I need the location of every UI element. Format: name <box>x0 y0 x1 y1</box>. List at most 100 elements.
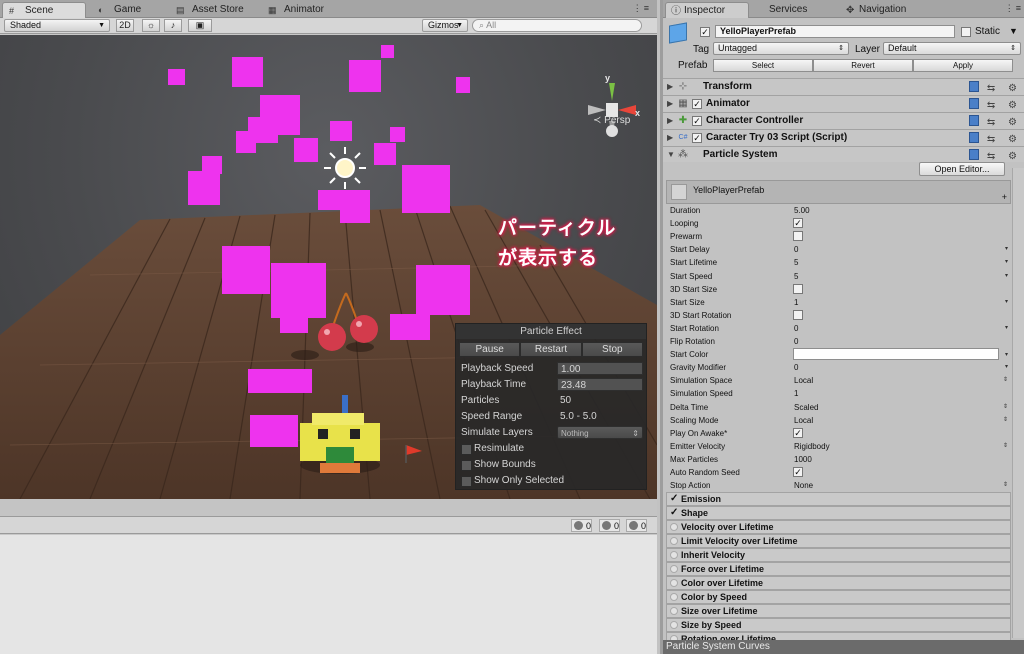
scene-view[interactable]: パーティクル が表示する y x ≺ Persp Particle Effect… <box>0 35 657 499</box>
show-only-selected-checkbox[interactable]: Show Only Selected <box>461 474 564 488</box>
tab-animator[interactable]: ▦ Animator <box>262 2 342 18</box>
module-header[interactable]: ✓ Emission <box>666 492 1011 506</box>
module-enabled-check-icon[interactable]: ✓ <box>670 507 678 519</box>
property-value-field[interactable]: 0 <box>793 335 1011 347</box>
property-checkbox[interactable] <box>793 283 803 294</box>
console-body[interactable] <box>0 535 657 654</box>
property-number-field[interactable]: 5 ▾ <box>793 256 1011 268</box>
property-dropdown[interactable]: Rigidbody ⇕ <box>793 440 1011 452</box>
property-dropdown[interactable]: Local ⇕ <box>793 414 1011 426</box>
module-header[interactable]: Limit Velocity over Lifetime <box>666 534 1011 548</box>
lighting-icon[interactable]: ☼ <box>142 19 160 32</box>
module-disabled-circle-icon[interactable] <box>670 579 678 587</box>
restart-button[interactable]: Restart <box>520 342 582 357</box>
window-menu-icon[interactable]: ⋮≡ <box>633 3 651 14</box>
component-menu-icons[interactable]: ⇆ ⚙ <box>969 81 1022 94</box>
window-menu-icon[interactable]: ⋮≡ <box>1005 3 1023 14</box>
property-number-field[interactable]: 0 ▾ <box>793 322 1011 334</box>
effects-icon[interactable]: ▣ <box>188 19 212 32</box>
module-header[interactable]: Color by Speed <box>666 590 1011 604</box>
expand-icon[interactable]: ▶ <box>667 116 673 125</box>
module-enabled-check-icon[interactable]: ✓ <box>670 493 678 505</box>
add-module-icon[interactable]: + <box>1002 192 1007 202</box>
module-disabled-circle-icon[interactable] <box>670 551 678 559</box>
script-enabled-checkbox[interactable]: ✓ <box>692 133 702 143</box>
warning-count[interactable]: 0 <box>599 519 621 532</box>
static-checkbox[interactable] <box>961 27 971 37</box>
module-header[interactable]: Force over Lifetime <box>666 562 1011 576</box>
expand-icon[interactable]: ▶ <box>667 99 673 108</box>
module-header[interactable]: ✓ Shape <box>666 506 1011 520</box>
property-value-field[interactable]: 1000 <box>793 453 1011 465</box>
property-checkbox[interactable]: ✓ <box>793 467 803 477</box>
property-number-field[interactable]: 0 ▾ <box>793 243 1011 255</box>
property-dropdown[interactable]: Scaled ⇕ <box>793 401 1011 413</box>
property-value-field[interactable]: 5.00 <box>793 204 1011 216</box>
tab-game[interactable]: ◐ Game <box>92 2 162 18</box>
light-icon[interactable] <box>322 145 368 191</box>
collapse-icon[interactable]: ▼ <box>667 150 675 159</box>
prefab-apply-button[interactable]: Apply <box>913 59 1013 72</box>
component-character-controller[interactable]: ▶ ✚ ✓ Character Controller ⇆ ⚙ <box>663 112 1024 129</box>
property-number-field[interactable]: 5 ▾ <box>793 270 1011 282</box>
module-disabled-circle-icon[interactable] <box>670 607 678 615</box>
module-header[interactable]: Size by Speed <box>666 618 1011 632</box>
show-bounds-checkbox[interactable]: Show Bounds <box>461 458 536 472</box>
static-dropdown-arrow-icon[interactable]: ▼ <box>1009 26 1018 36</box>
open-editor-button[interactable]: Open Editor... <box>919 162 1005 176</box>
module-disabled-circle-icon[interactable] <box>670 593 678 601</box>
module-disabled-circle-icon[interactable] <box>670 565 678 573</box>
playback-time-field[interactable]: 23.48 <box>557 378 643 391</box>
particle-system-curves-bar[interactable]: Particle System Curves <box>663 640 1024 654</box>
component-menu-icons[interactable]: ⇆ ⚙ <box>969 115 1022 128</box>
log-count[interactable]: 0 <box>626 519 648 532</box>
property-checkbox[interactable] <box>793 231 803 242</box>
tab-asset-store[interactable]: ▤ Asset Store <box>170 2 260 18</box>
object-name-field[interactable]: YelloPlayerPrefab <box>715 25 955 38</box>
module-disabled-circle-icon[interactable] <box>670 537 678 545</box>
tab-scene[interactable]: # Scene <box>2 2 86 18</box>
character-controller-enabled-checkbox[interactable]: ✓ <box>692 116 702 126</box>
start-color-swatch[interactable]: ▾ <box>793 348 1008 361</box>
animator-enabled-checkbox[interactable]: ✓ <box>692 99 702 109</box>
property-value-field[interactable]: 1 <box>793 387 1011 399</box>
prefab-select-button[interactable]: Select <box>713 59 813 72</box>
module-header[interactable]: Inherit Velocity <box>666 548 1011 562</box>
property-dropdown[interactable]: None ⇕ <box>793 479 1011 491</box>
tab-inspector[interactable]: ⓘ Inspector <box>665 2 749 18</box>
pause-button[interactable]: Pause <box>459 342 521 357</box>
module-disabled-circle-icon[interactable] <box>670 621 678 629</box>
expand-icon[interactable]: ▶ <box>667 82 673 91</box>
resimulate-checkbox[interactable]: Resimulate <box>461 442 524 456</box>
layer-dropdown[interactable]: Default ⇕ <box>883 42 1021 55</box>
property-checkbox[interactable] <box>793 309 803 320</box>
panel-divider[interactable] <box>0 499 657 516</box>
particle-system-main-header[interactable]: YelloPlayerPrefab + <box>666 180 1011 204</box>
prefab-revert-button[interactable]: Revert <box>813 59 913 72</box>
projection-label[interactable]: ≺ Persp <box>593 115 630 126</box>
property-number-field[interactable]: 0 ▾ <box>793 361 1011 373</box>
component-menu-icons[interactable]: ⇆ ⚙ <box>969 132 1022 145</box>
property-number-field[interactable]: 1 ▾ <box>793 296 1011 308</box>
error-count[interactable]: 0 <box>571 519 593 532</box>
scene-search-input[interactable]: ⌕ All <box>472 19 642 32</box>
inspector-scrollbar[interactable] <box>1012 168 1024 638</box>
property-dropdown[interactable]: Local ⇕ <box>793 374 1011 386</box>
module-header[interactable]: Velocity over Lifetime <box>666 520 1011 534</box>
component-script[interactable]: ▶ C# ✓ Caracter Try 03 Script (Script) ⇆… <box>663 129 1024 146</box>
component-particle-system[interactable]: ▼ ⁂ Particle System ⇆ ⚙ <box>663 146 1024 162</box>
component-menu-icons[interactable]: ⇆ ⚙ <box>969 98 1022 111</box>
component-transform[interactable]: ▶ ⊹ Transform ⇆ ⚙ <box>663 78 1024 95</box>
module-disabled-circle-icon[interactable] <box>670 523 678 531</box>
gizmos-dropdown[interactable]: Gizmos ▼ <box>422 19 468 32</box>
module-header[interactable]: Size over Lifetime <box>666 604 1011 618</box>
property-checkbox[interactable]: ✓ <box>793 218 803 229</box>
module-header[interactable]: Color over Lifetime <box>666 576 1011 590</box>
tag-dropdown[interactable]: Untagged ⇕ <box>713 42 849 55</box>
component-animator[interactable]: ▶ ▦ ✓ Animator ⇆ ⚙ <box>663 95 1024 112</box>
tab-services[interactable]: Services <box>751 2 835 18</box>
orientation-gizmo[interactable] <box>582 71 642 143</box>
tab-navigation[interactable]: ✥ Navigation <box>841 2 931 18</box>
expand-icon[interactable]: ▶ <box>667 133 673 142</box>
stop-button[interactable]: Stop <box>581 342 643 357</box>
